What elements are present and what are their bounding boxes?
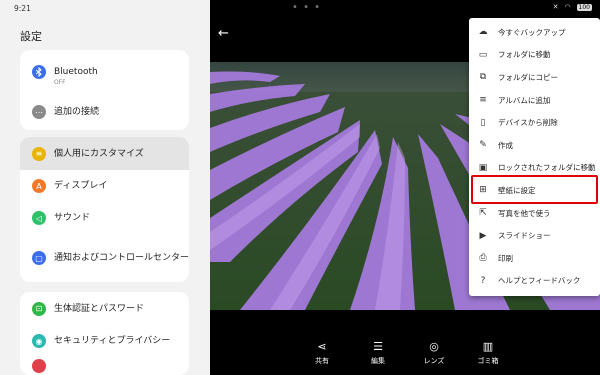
help-icon: ? (480, 275, 486, 286)
shield-icon: ◉ (32, 334, 46, 348)
settings-item-label: Bluetooth (54, 66, 98, 77)
settings-item-label: 追加の接続 (54, 107, 100, 117)
menu-item-label: 作成 (498, 140, 513, 150)
cloud-upload-icon: ☁ (478, 27, 488, 38)
partial-icon (32, 359, 46, 373)
tune-icon: ☰ (373, 340, 383, 353)
settings-title: 設定 (20, 30, 42, 43)
menu-item-label: デバイスから削除 (498, 118, 558, 128)
menu-item-label: フォルダにコピー (498, 72, 558, 82)
menu-item-label: アルバムに追加 (498, 95, 551, 105)
menu-item-label: 印刷 (498, 253, 513, 263)
menu-item-label: フォルダに移動 (498, 50, 551, 60)
menu-item-label: ヘルプとフィードバック (498, 276, 581, 286)
settings-item-label: サウンド (54, 213, 91, 223)
menu-item-move-folder[interactable]: ▭ フォルダに移動 (469, 44, 600, 67)
edit-label: 編集 (371, 357, 385, 365)
slideshow-icon: ▶ (479, 230, 487, 241)
palette-icon: ≡ (32, 146, 46, 161)
settings-item-label: 個人用にカスタマイズ (54, 148, 144, 159)
lens-icon: ◎ (429, 340, 439, 353)
wifi-icon: ◠ (564, 3, 571, 11)
menu-item-delete-device[interactable]: ▯ デバイスから削除 (469, 111, 600, 134)
bluetooth-icon (32, 65, 46, 79)
menu-item-help[interactable]: ? ヘルプとフィードバック (469, 270, 600, 293)
share-button[interactable]: ⋖ 共有 (302, 340, 342, 366)
more-icon: ⋯ (32, 105, 46, 119)
edit-button[interactable]: ☰ 編集 (358, 340, 398, 366)
settings-item-label: 通知およびコントロールセンター (54, 252, 189, 263)
window-handle[interactable]: • • • (292, 2, 321, 13)
pencil-icon: ✎ (479, 140, 487, 151)
settings-item-label: 生体認証とパスワード (54, 303, 145, 314)
menu-item-label: 今すぐバックアップ (498, 27, 566, 37)
menu-item-add-album[interactable]: ≡ アルバムに追加 (469, 89, 600, 112)
lens-button[interactable]: ◎ レンズ (414, 340, 454, 366)
notification-icon: ▢ (32, 251, 46, 265)
settings-item-security[interactable]: ◉ セキュリティとプライバシー (20, 325, 189, 357)
trash-icon: ▥ (482, 340, 494, 353)
menu-item-backup[interactable]: ☁ 今すぐバックアップ (469, 21, 600, 44)
settings-item-bluetooth[interactable]: Bluetooth OFF (20, 50, 189, 94)
settings-item-biometrics[interactable]: ⊡ 生体認証とパスワード (20, 292, 189, 325)
lens-label: レンズ (423, 357, 445, 365)
menu-item-use-as[interactable]: ⇱ 写真を他で使う (469, 202, 600, 225)
settings-card-security: ⊡ 生体認証とパスワード ◉ セキュリティとプライバシー (20, 292, 189, 375)
battery-icon: 100 (576, 3, 592, 11)
bottom-toolbar: ⋖ 共有 ☰ 編集 ◎ レンズ ▥ ゴミ箱 (210, 340, 600, 375)
folder-move-icon: ▭ (478, 49, 488, 60)
menu-item-copy-folder[interactable]: ⧉ フォルダにコピー (469, 66, 600, 89)
phone-delete-icon: ▯ (480, 117, 486, 128)
menu-item-slideshow[interactable]: ▶ スライドショー (469, 224, 600, 247)
back-arrow-icon[interactable]: ← (218, 26, 229, 41)
open-external-icon: ⇱ (479, 208, 487, 219)
settings-item-label: セキュリティとプライバシー (54, 336, 171, 346)
settings-item-more-connections[interactable]: ⋯ 追加の接続 (20, 94, 189, 130)
trash-label: ゴミ箱 (477, 357, 499, 365)
settings-item-label: ディスプレイ (54, 181, 108, 191)
copy-icon: ⧉ (479, 72, 487, 83)
system-status: ✕ ◠ 100 (553, 3, 592, 11)
display-icon: A (32, 179, 46, 193)
print-icon: ⎙ (479, 253, 487, 264)
folder-lock-icon: ▣ (478, 162, 488, 173)
highlight-box (471, 175, 598, 204)
overflow-menu: ☁ 今すぐバックアップ ▭ フォルダに移動 ⧉ フォルダにコピー ≡ アルバムに… (469, 18, 600, 296)
settings-item-sub: OFF (54, 78, 66, 86)
menu-item-label: スライドショー (498, 231, 551, 241)
settings-item-notifications[interactable]: ▢ 通知およびコントロールセンター (20, 234, 189, 282)
settings-item-personalize[interactable]: ≡ 個人用にカスタマイズ (20, 137, 189, 170)
menu-item-label: 写真を他で使う (498, 208, 551, 218)
playlist-add-icon: ≡ (479, 95, 487, 106)
share-label: 共有 (315, 357, 329, 365)
settings-item-partial[interactable] (20, 357, 189, 375)
share-icon: ⋖ (317, 340, 327, 353)
menu-item-print[interactable]: ⎙ 印刷 (469, 247, 600, 270)
lock-icon: ⊡ (32, 301, 46, 316)
trash-button[interactable]: ▥ ゴミ箱 (468, 340, 508, 366)
settings-item-display[interactable]: A ディスプレイ (20, 170, 189, 202)
status-time: 9:21 (14, 4, 31, 13)
settings-panel: 9:21 設定 Bluetooth OFF ⋯ 追加の接続 ≡ 個人用にカスタマ… (0, 0, 210, 375)
sound-icon: ◁ (32, 211, 46, 225)
notification-off-icon: ✕ (552, 3, 559, 11)
settings-card-connections: Bluetooth OFF ⋯ 追加の接続 (20, 50, 189, 130)
menu-item-label: ロックされたフォルダに移動 (498, 163, 596, 173)
menu-item-create[interactable]: ✎ 作成 (469, 134, 600, 157)
settings-item-sound[interactable]: ◁ サウンド (20, 202, 189, 234)
settings-card-display: ≡ 個人用にカスタマイズ A ディスプレイ ◁ サウンド ▢ 通知およびコントロ… (20, 137, 189, 282)
